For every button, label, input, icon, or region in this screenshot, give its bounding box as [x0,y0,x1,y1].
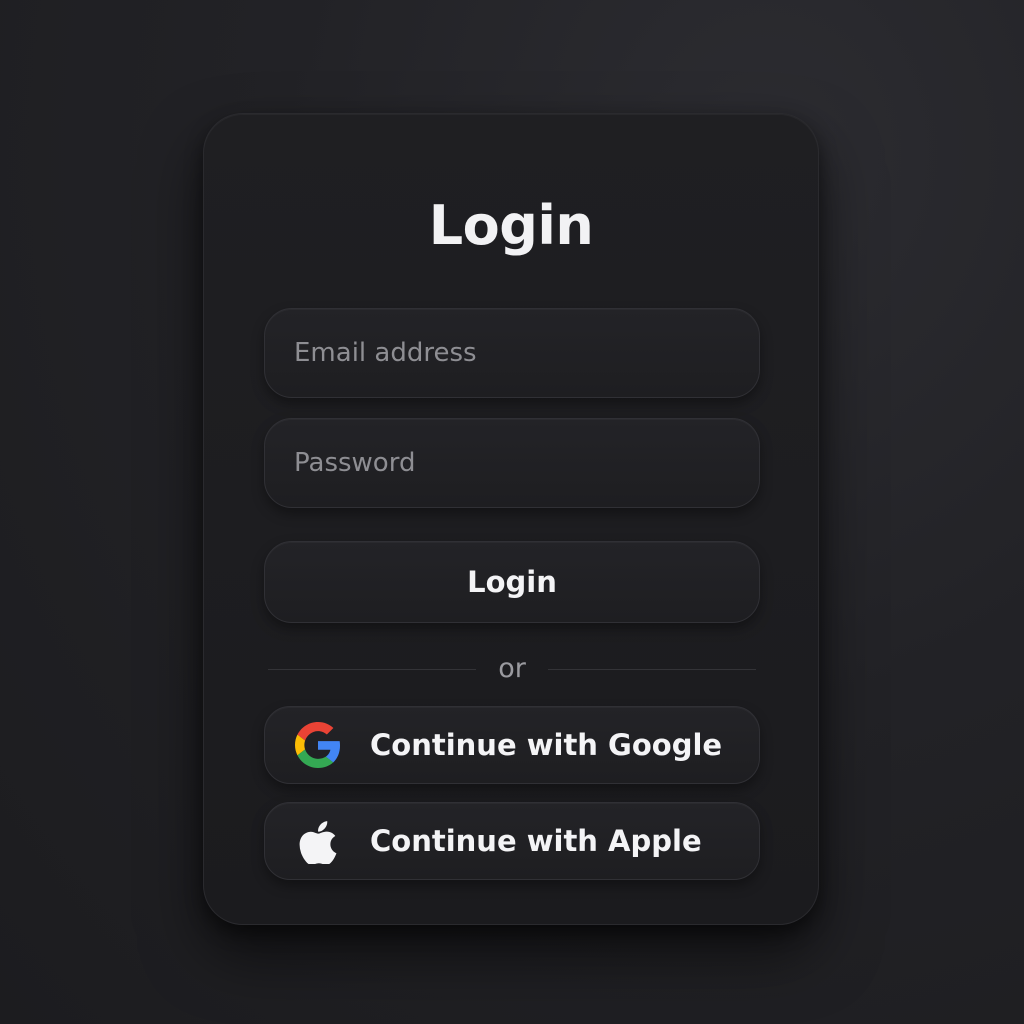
divider-text: or [498,653,526,684]
email-field-container[interactable] [264,308,760,398]
divider-line-left [268,668,477,670]
continue-with-google-button[interactable]: Continue with Google [264,706,760,784]
apple-icon [295,818,341,864]
password-field-container[interactable] [264,418,760,508]
apple-button-label: Continue with Apple [370,824,702,858]
login-button[interactable]: Login [264,541,760,623]
login-button-label: Login [467,565,557,599]
google-icon [295,722,341,768]
divider-line-right [547,668,756,670]
page-title: Login [428,194,594,257]
or-divider: or [268,654,756,684]
continue-with-apple-button[interactable]: Continue with Apple [264,802,760,880]
google-button-label: Continue with Google [370,728,723,762]
login-card: Login Login or Continue with Google [203,113,819,925]
password-field[interactable] [265,419,759,507]
email-field[interactable] [265,309,759,397]
